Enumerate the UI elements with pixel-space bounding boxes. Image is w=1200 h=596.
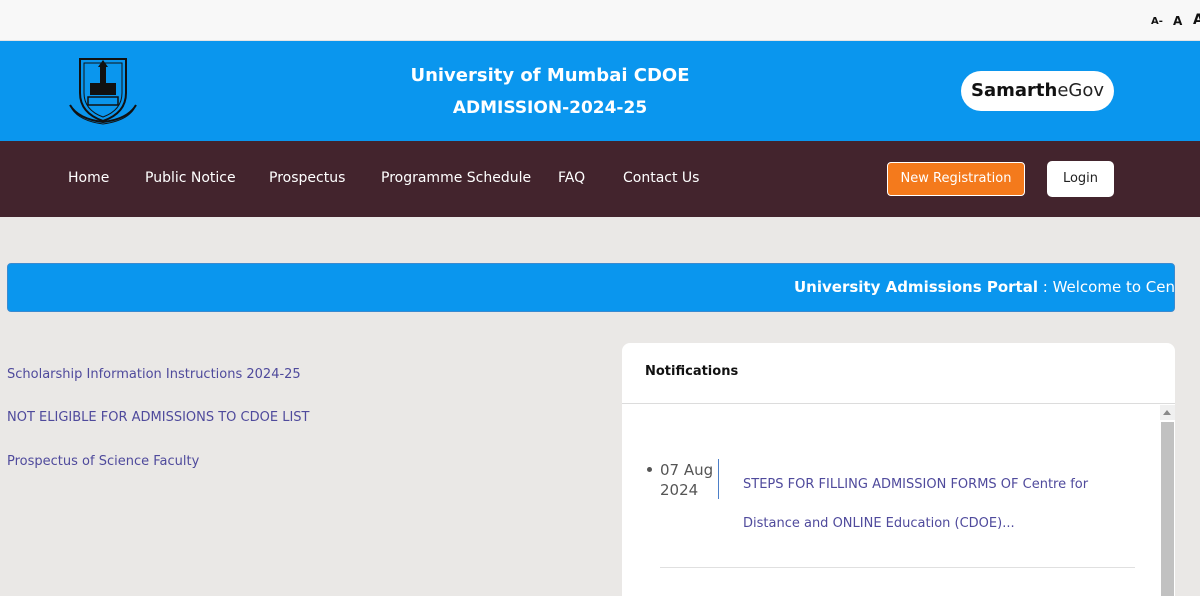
notifications-panel: Notifications 07 Aug 2024 STEPS FOR FILL…: [622, 343, 1175, 596]
main-nav: Home Public Notice Prospectus Programme …: [0, 141, 1200, 217]
nav-programme-schedule[interactable]: Programme Schedule: [381, 170, 531, 186]
link-not-eligible-list[interactable]: NOT ELIGIBLE FOR ADMISSIONS TO CDOE LIST: [7, 410, 310, 425]
scrollbar-thumb[interactable]: [1161, 422, 1174, 596]
site-header: University of Mumbai CDOE ADMISSION-2024…: [0, 41, 1200, 141]
page-subtitle: ADMISSION-2024-25: [452, 98, 648, 118]
samarth-egov-logo[interactable]: SamartheGov: [961, 71, 1114, 111]
scroll-up-arrow-icon[interactable]: [1160, 405, 1175, 420]
notifications-header: Notifications: [622, 343, 1175, 404]
brand-part-1: Samarth: [971, 80, 1058, 101]
notification-date-day: 07 Aug: [660, 461, 714, 479]
marquee-bold: University Admissions Portal: [794, 278, 1038, 296]
new-registration-button[interactable]: New Registration: [887, 162, 1025, 196]
link-scholarship-info[interactable]: Scholarship Information Instructions 202…: [7, 367, 301, 382]
notification-date-year: 2024: [660, 481, 699, 499]
nav-faq[interactable]: FAQ: [558, 170, 585, 186]
marquee-text: University Admissions Portal : Welcome t…: [794, 278, 1175, 296]
nav-public-notice[interactable]: Public Notice: [145, 170, 236, 186]
marquee-rest: : Welcome to Centre for D: [1042, 278, 1175, 296]
nav-home[interactable]: Home: [68, 170, 109, 186]
brand-part-2: eGov: [1057, 80, 1104, 101]
nav-contact-us[interactable]: Contact Us: [623, 170, 699, 186]
font-size-normal[interactable]: A: [1173, 14, 1182, 28]
accessibility-bar: A- A A: [0, 0, 1200, 41]
notifications-title: Notifications: [645, 364, 739, 379]
font-size-decrease[interactable]: A-: [1151, 16, 1163, 27]
nav-prospectus[interactable]: Prospectus: [269, 170, 345, 186]
login-button[interactable]: Login: [1047, 161, 1114, 197]
bullet-icon: [647, 467, 652, 472]
notification-link[interactable]: STEPS FOR FILLING ADMISSION FORMS OF Cen…: [743, 465, 1143, 543]
date-divider: [718, 459, 719, 499]
notification-date: 07 Aug 2024: [660, 460, 720, 500]
announcement-marquee: University Admissions Portal : Welcome t…: [7, 263, 1175, 312]
link-prospectus-science[interactable]: Prospectus of Science Faculty: [7, 454, 199, 469]
font-size-increase[interactable]: A: [1193, 12, 1200, 28]
page-title: University of Mumbai CDOE: [410, 65, 690, 86]
notification-separator: [660, 567, 1135, 568]
